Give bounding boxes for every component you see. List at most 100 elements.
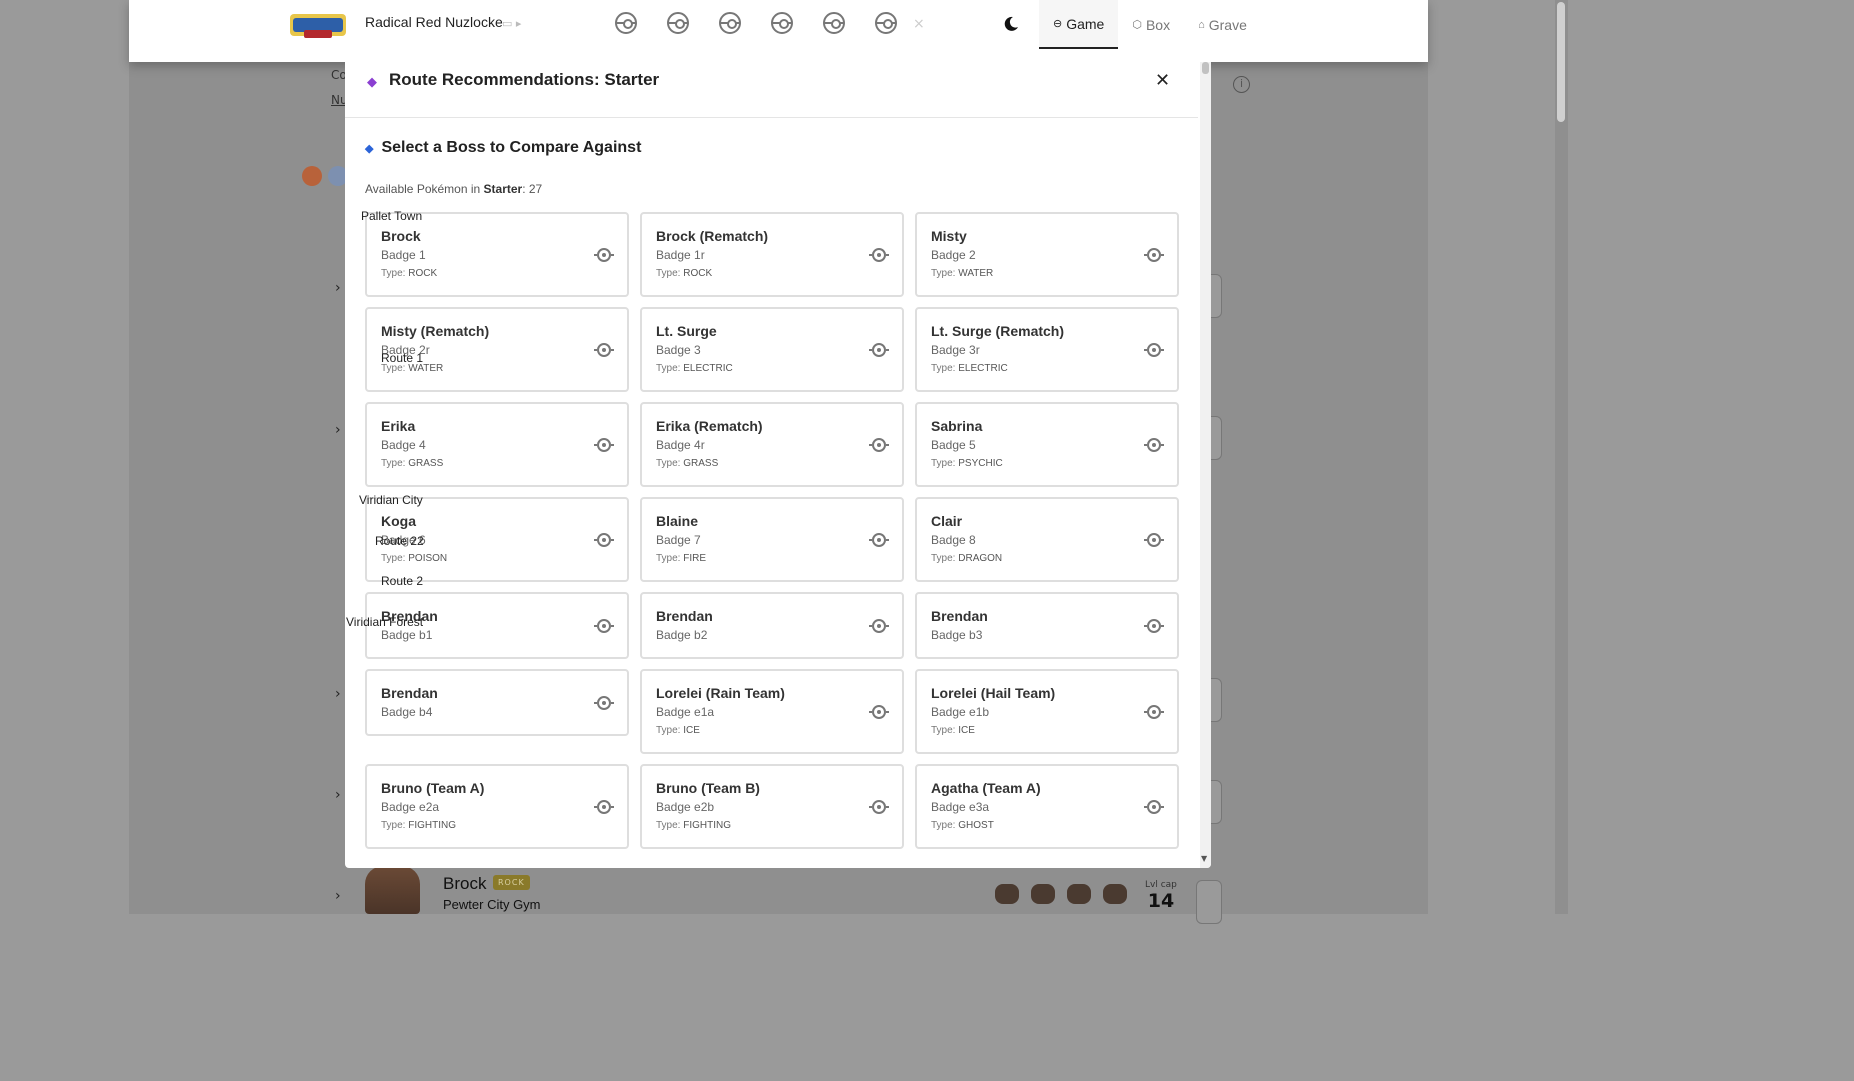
boss-card[interactable]: Lorelei (Rain Team) Badge e1a Type: ICE (640, 669, 904, 754)
route-label: Pallet Town (361, 209, 423, 223)
expand-chevron-icon[interactable]: › (335, 686, 341, 702)
type-value: ICE (958, 725, 975, 736)
crosshair-icon (1144, 619, 1164, 633)
boss-card-badge: Badge 5 (931, 438, 976, 452)
boss-card-type: Type: POISON (381, 553, 627, 564)
boss-card-type: Type: ICE (931, 725, 1177, 736)
crosshair-icon (594, 343, 614, 357)
boss-row: Brock ROCK Pewter City Gym Lvl cap 14 (340, 862, 1240, 914)
boss-card-badge: Badge e3a (931, 800, 990, 814)
tab-label: Grave (1208, 16, 1247, 33)
info-icon[interactable]: i (1233, 76, 1250, 93)
available-count: Available Pokémon in Starter: 27 (365, 182, 542, 196)
save-icon[interactable]: ▭ ▸ (502, 17, 521, 30)
boss-card-name: Bruno (Team A) (381, 780, 485, 796)
tab-game[interactable]: ⊖ Game (1039, 0, 1119, 49)
crosshair-icon (869, 343, 889, 357)
pokeball-icon[interactable] (875, 12, 897, 34)
boss-card[interactable]: Brock Badge 1 Type: ROCK (365, 212, 629, 297)
expand-chevron-icon[interactable]: › (335, 280, 341, 296)
pokeball-icon[interactable] (615, 12, 637, 34)
game-title[interactable]: Radical Red Nuzlocke (365, 14, 503, 30)
type-prefix: Type: (931, 820, 959, 831)
type-value: ROCK (683, 268, 713, 279)
boss-card-badge: Badge 2 (931, 248, 976, 262)
pokeball-icon[interactable] (667, 12, 689, 34)
type-prefix: Type: (931, 268, 959, 279)
type-prefix: Type: (656, 268, 684, 279)
boss-card-name: Brock (Rematch) (656, 228, 769, 244)
expand-chevron-icon[interactable]: › (335, 422, 341, 438)
type-prefix: Type: (381, 553, 409, 564)
scroll-down-arrow-icon[interactable]: ▼ (1201, 854, 1207, 863)
boss-grid: Brock Badge 1 Type: ROCK Brock (Rematch) Bad… (365, 212, 1179, 849)
pokemon-icon (995, 884, 1019, 904)
boss-card-badge: Badge e2a (381, 800, 440, 814)
boss-card-type: Type: ROCK (656, 268, 902, 279)
page-scrollbar-thumb[interactable] (1557, 2, 1565, 122)
boss-card-name: Bruno (Team B) (656, 780, 760, 796)
boss-card[interactable]: Brendan Badge b4 (365, 669, 629, 736)
route-label: Viridian City (359, 493, 423, 507)
boss-card[interactable]: Agatha (Team A) Badge e3a Type: GHOST (915, 764, 1179, 849)
boss-card[interactable]: Sabrina Badge 5 Type: PSYCHIC (915, 402, 1179, 487)
boss-card[interactable]: Misty (Rematch) Badge 2r Type: WATER (365, 307, 629, 392)
crosshair-icon (594, 800, 614, 814)
tab-grave[interactable]: ⌂ Grave (1184, 0, 1261, 49)
boss-location: Pewter City Gym (443, 897, 541, 912)
type-prefix: Type: (931, 725, 959, 736)
boss-card[interactable]: Erika (Rematch) Badge 4r Type: GRASS (640, 402, 904, 487)
boss-card-type: Type: PSYCHIC (931, 458, 1177, 469)
pokeball-icon[interactable] (771, 12, 793, 34)
boss-card[interactable]: Brock (Rematch) Badge 1r Type: ROCK (640, 212, 904, 297)
boss-card[interactable]: Bruno (Team B) Badge e2b Type: FIGHTING (640, 764, 904, 849)
crosshair-icon (1144, 800, 1164, 814)
crosshair-icon (1144, 343, 1164, 357)
boss-card[interactable]: Clair Badge 8 Type: DRAGON (915, 497, 1179, 582)
boss-card-name: Koga (381, 513, 416, 529)
boss-card-name: Clair (931, 513, 963, 529)
crosshair-icon (869, 705, 889, 719)
boss-card[interactable]: Bruno (Team A) Badge e2a Type: FIGHTING (365, 764, 629, 849)
route-label: Route 22 (375, 534, 424, 548)
crosshair-icon (594, 619, 614, 633)
type-value: GRASS (408, 458, 444, 469)
boss-card-type: Type: ROCK (381, 268, 627, 279)
type-prefix: Type: (656, 725, 684, 736)
modal-scrollbar[interactable] (1200, 62, 1211, 868)
nav-tabs: ⊖ Game ⬡ Box ⌂ Grave (1039, 0, 1261, 49)
type-value: PSYCHIC (958, 458, 1003, 469)
boss-card[interactable]: Lt. Surge Badge 3 Type: ELECTRIC (640, 307, 904, 392)
modal-scrollbar-thumb[interactable] (1202, 62, 1209, 74)
gamepad-icon: ⊖ (1053, 18, 1063, 30)
boss-card[interactable]: Brendan Badge b2 (640, 592, 904, 659)
boss-card-type: Type: FIGHTING (656, 820, 902, 831)
boss-card-name: Lorelei (Rain Team) (656, 685, 785, 701)
available-count-value: : 27 (522, 182, 543, 196)
boss-card-name: Brendan (931, 608, 988, 624)
diamond-icon: ◆ (365, 143, 374, 155)
dark-mode-icon[interactable] (1003, 16, 1019, 32)
boss-card[interactable]: Lt. Surge (Rematch) Badge 3r Type: ELECTRI… (915, 307, 1179, 392)
clear-party-icon[interactable]: × (913, 16, 925, 32)
close-button[interactable]: ✕ (1155, 70, 1170, 91)
pokeball-icon[interactable] (719, 12, 741, 34)
boss-sprite (365, 866, 420, 914)
type-badge: ROCK (493, 875, 530, 890)
pokeball-icon[interactable] (823, 12, 845, 34)
boss-card[interactable]: Erika Badge 4 Type: GRASS (365, 402, 629, 487)
boss-card[interactable]: Misty Badge 2 Type: WATER (915, 212, 1179, 297)
tab-box[interactable]: ⬡ Box (1118, 0, 1184, 49)
boss-card-badge: Badge 3r (931, 343, 980, 357)
page-scrollbar[interactable] (1555, 0, 1568, 914)
expand-chevron-icon[interactable]: › (335, 787, 341, 803)
modal-header: ◆ Route Recommendations: Starter ✕ (345, 62, 1198, 118)
route-label: Route 1 (381, 351, 424, 365)
boss-card-badge: Badge e2b (656, 800, 715, 814)
boss-card[interactable]: Brendan Badge b3 (915, 592, 1179, 659)
boss-card[interactable]: Blaine Badge 7 Type: FIRE (640, 497, 904, 582)
type-prefix: Type: (381, 820, 409, 831)
type-value: GRASS (683, 458, 719, 469)
crosshair-icon (869, 533, 889, 547)
boss-card[interactable]: Lorelei (Hail Team) Badge e1b Type: ICE (915, 669, 1179, 754)
